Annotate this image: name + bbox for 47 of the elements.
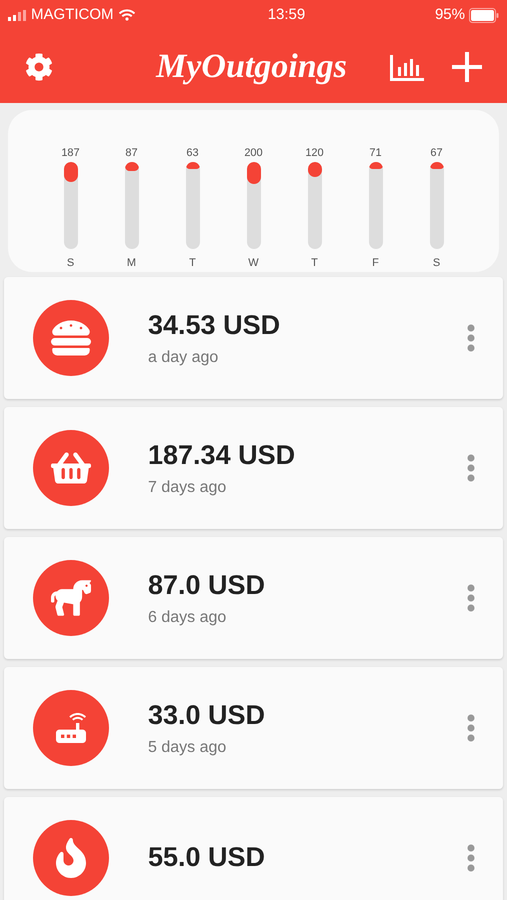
bar-chart-icon	[390, 52, 424, 80]
expense-amount: 33.0 USD	[148, 699, 266, 732]
expense-amount: 87.0 USD	[148, 569, 266, 602]
expense-card[interactable]: 55.0 USD	[4, 796, 503, 900]
expense-time: 5 days ago	[148, 738, 228, 758]
more-icon	[467, 454, 475, 482]
day-label: S	[66, 256, 74, 271]
clock-time: 13:59	[268, 4, 306, 25]
battery-icon	[469, 8, 499, 22]
expense-time: 6 days ago	[148, 608, 228, 628]
day-label: T	[189, 256, 196, 271]
day-label: F	[372, 256, 379, 271]
expense-card[interactable]: 33.0 USD 5 days ago	[4, 666, 503, 788]
expense-time: a day ago	[148, 348, 220, 368]
day-label: T	[311, 256, 318, 271]
expense-amount: 187.34 USD	[148, 439, 296, 472]
expense-time: 7 days ago	[148, 478, 228, 498]
more-icon	[467, 324, 475, 352]
battery-percentage: 95%	[434, 4, 465, 25]
plus-icon	[452, 52, 482, 82]
wifi-icon	[118, 7, 134, 23]
value-label: 120	[305, 146, 324, 160]
expense-card[interactable]: 34.53 USD a day ago	[4, 276, 503, 398]
horse-icon	[51, 578, 91, 618]
value-label: 71	[369, 146, 382, 160]
settings-icon	[25, 52, 53, 80]
value-label: 200	[244, 146, 263, 160]
value-label: 63	[186, 146, 199, 160]
add-button[interactable]	[451, 50, 483, 82]
carrier-name: MAGTICOM	[31, 4, 114, 25]
more-icon	[467, 844, 475, 872]
burger-icon	[51, 318, 91, 358]
settings-button[interactable]	[24, 52, 54, 82]
more-icon	[467, 714, 475, 742]
value-label: 187	[61, 146, 80, 160]
value-label: 67	[430, 146, 443, 160]
more-icon	[467, 584, 475, 612]
expense-card[interactable]: 87.0 USD 6 days ago	[4, 536, 503, 658]
signal-icon	[8, 10, 26, 20]
expense-card[interactable]: 187.34 USD 7 days ago	[4, 406, 503, 528]
expense-amount: 55.0 USD	[148, 841, 266, 874]
expense-amount: 34.53 USD	[148, 309, 282, 342]
app-title: MyOutgoings	[156, 47, 347, 87]
value-label: 87	[125, 146, 138, 160]
day-label: M	[126, 256, 136, 271]
day-label: W	[248, 256, 259, 271]
day-label: S	[432, 256, 440, 271]
